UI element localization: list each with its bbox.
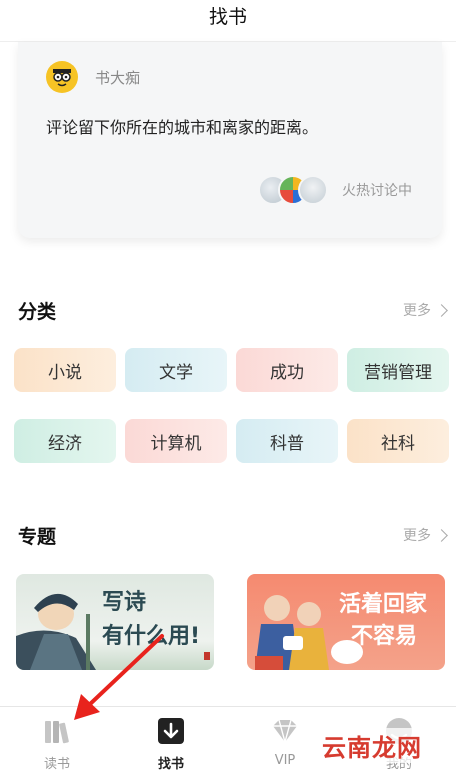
- category-chip-literature[interactable]: 文学: [125, 348, 227, 392]
- find-book-screen: 找书 书大痴 评论留下你所在的城市和离家的距离。 火热讨论中 分类 更多 小说 …: [0, 0, 456, 774]
- nerd-face-icon: [53, 69, 71, 87]
- hot-discussion-row[interactable]: 火热讨论中: [258, 173, 412, 207]
- site-watermark: 云南龙网: [318, 728, 426, 763]
- category-chip-novel[interactable]: 小说: [14, 348, 116, 392]
- more-label: 更多: [403, 528, 431, 544]
- category-chip-science[interactable]: 科普: [236, 419, 338, 463]
- bookshelf-icon: [45, 721, 69, 744]
- categories-more-link[interactable]: 更多: [403, 300, 448, 320]
- categories-header: 分类 更多: [18, 297, 448, 323]
- topic-card-homecoming[interactable]: 活着回家 不容易: [247, 574, 445, 670]
- topic-title-line1: 活着回家: [339, 592, 428, 617]
- discussion-text: 评论留下你所在的城市和离家的距离。: [46, 118, 319, 137]
- category-chip-computer[interactable]: 计算机: [125, 419, 227, 463]
- category-chip-social-science[interactable]: 社科: [347, 419, 449, 463]
- category-row: 小说 文学 成功 营销管理: [14, 348, 450, 392]
- page-title: 找书: [208, 6, 247, 28]
- tab-reading[interactable]: 读书: [0, 707, 114, 774]
- hot-discussion-card[interactable]: 书大痴 评论留下你所在的城市和离家的距离。 火热讨论中: [18, 42, 442, 238]
- category-row: 经济 计算机 科普 社科: [14, 419, 450, 463]
- chevron-right-icon: [435, 303, 448, 317]
- more-label: 更多: [403, 303, 431, 319]
- topics-header: 专题 更多: [18, 522, 448, 548]
- participant-avatars: [258, 175, 328, 205]
- find-book-icon: [158, 718, 184, 744]
- categories-title: 分类: [18, 300, 57, 323]
- topic-card-poetry[interactable]: 写诗 有什么用!: [16, 574, 214, 670]
- participant-avatar: [298, 175, 328, 205]
- tab-label: 找书: [157, 757, 184, 772]
- tab-label: 读书: [43, 757, 70, 772]
- topic-title-line2: 有什么用!: [102, 624, 201, 649]
- topics-more-link[interactable]: 更多: [403, 525, 448, 545]
- hot-discussion-label: 火热讨论中: [342, 183, 412, 199]
- chevron-right-icon: [435, 528, 448, 542]
- category-chip-economics[interactable]: 经济: [14, 419, 116, 463]
- category-chip-success[interactable]: 成功: [236, 348, 338, 392]
- author-name[interactable]: 书大痴: [95, 67, 140, 88]
- topics-title: 专题: [18, 525, 57, 548]
- topic-title-line1: 写诗: [102, 590, 147, 615]
- tab-find-book[interactable]: 找书: [114, 707, 228, 774]
- tab-label: VIP: [274, 753, 296, 768]
- diamond-icon: [273, 719, 297, 745]
- category-chip-marketing[interactable]: 营销管理: [347, 348, 449, 392]
- topic-title-line2: 不容易: [351, 624, 418, 649]
- author-row: 书大痴: [46, 60, 140, 94]
- author-avatar[interactable]: [46, 61, 78, 93]
- top-header: 找书: [0, 0, 456, 42]
- category-grid: 小说 文学 成功 营销管理 经济 计算机 科普 社科: [14, 348, 450, 490]
